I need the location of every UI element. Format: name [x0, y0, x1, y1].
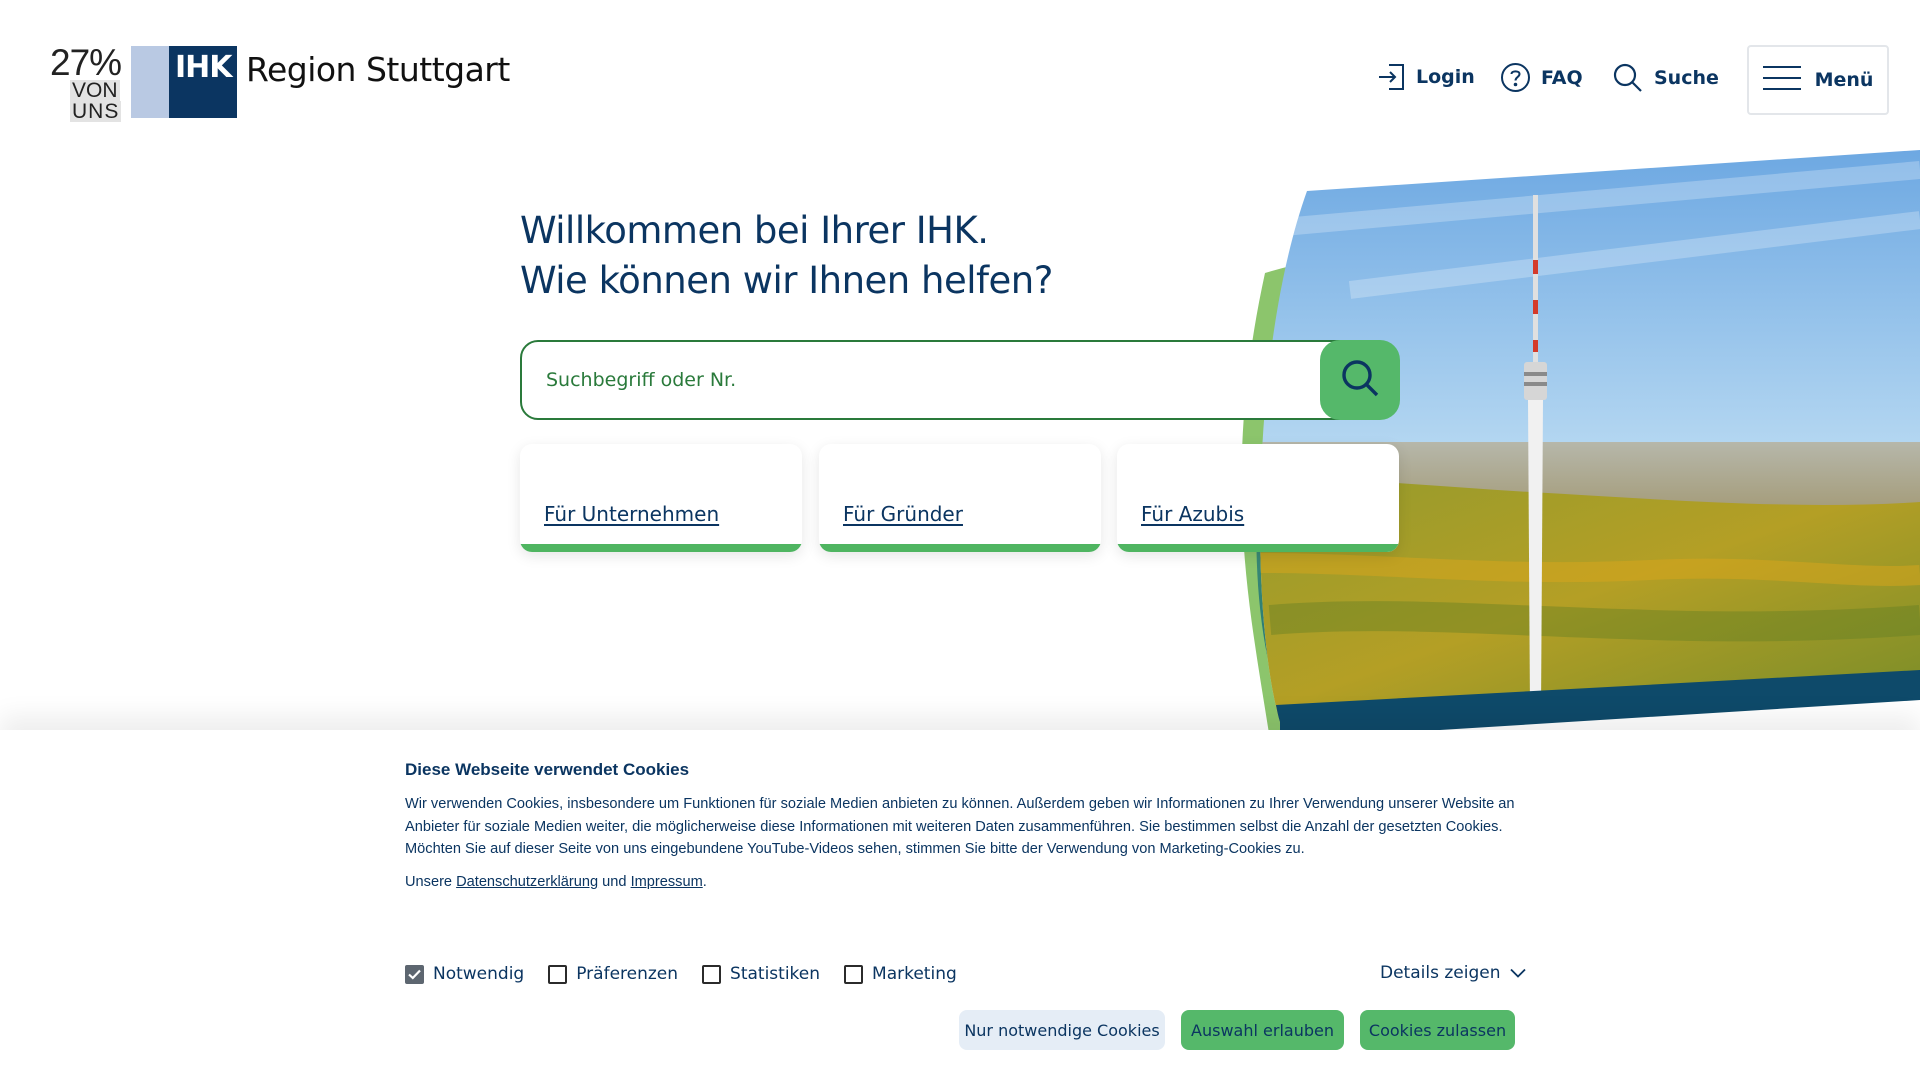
menu-label: Menü: [1814, 69, 1874, 91]
logo-uns: UNS: [70, 100, 122, 123]
search-icon: [1612, 62, 1644, 94]
chevron-down-icon: [1510, 963, 1527, 983]
tile-accent-bar: [819, 544, 1101, 552]
hero-headline: Willkommen bei Ihrer IHK. Wie können wir…: [520, 206, 1053, 306]
details-toggle[interactable]: Details zeigen: [1380, 963, 1527, 983]
faq-label: FAQ: [1541, 66, 1583, 89]
ihk-logo-light-block: [131, 46, 169, 118]
cookie-links: Unsere Datenschutzerklärung und Impressu…: [405, 874, 707, 890]
imprint-link[interactable]: Impressum: [631, 874, 703, 890]
checkbox-label: Notwendig: [433, 964, 525, 984]
checkbox-statistiken[interactable]: Statistiken: [702, 964, 820, 984]
ihk-logo[interactable]: IHK: [131, 46, 237, 118]
checkbox-notwendig[interactable]: Notwendig: [405, 964, 524, 984]
hero-headline-line2: Wie können wir Ihnen helfen?: [520, 259, 1053, 302]
search-link[interactable]: Suche: [1612, 62, 1719, 94]
search-label: Suche: [1654, 67, 1719, 89]
checkbox-unchecked[interactable]: [702, 964, 722, 984]
search-submit-button[interactable]: [1320, 340, 1400, 420]
logo-27-von-uns[interactable]: 27% VON UNS: [50, 42, 125, 123]
cookie-links-suffix: .: [702, 874, 707, 890]
details-label: Details zeigen: [1380, 963, 1501, 983]
cookie-links-prefix: Unsere: [405, 874, 453, 890]
search-icon: [1339, 357, 1381, 403]
tile-azubis[interactable]: Für Azubis: [1117, 444, 1399, 552]
ihk-logo-dark-block: IHK: [169, 46, 237, 118]
privacy-link[interactable]: Datenschutzerklärung: [456, 874, 598, 890]
checkbox-marketing[interactable]: Marketing: [844, 964, 957, 984]
tile-accent-bar: [520, 544, 802, 552]
cookie-banner: Diese Webseite verwendet Cookies Wir ver…: [0, 730, 1920, 1080]
tile-accent-bar: [1117, 544, 1399, 552]
region-name[interactable]: Region Stuttgart: [246, 50, 510, 89]
tile-label: Für Azubis: [1141, 502, 1245, 526]
checkbox-label: Statistiken: [730, 964, 821, 984]
checkbox-unchecked[interactable]: [548, 964, 568, 984]
tile-unternehmen[interactable]: Für Unternehmen: [520, 444, 802, 552]
login-label: Login: [1416, 66, 1475, 88]
allow-all-cookies-button[interactable]: Cookies zulassen: [1360, 1010, 1515, 1050]
allow-selection-button[interactable]: Auswahl erlauben: [1181, 1010, 1344, 1050]
hero-image-stuttgart-tv-tower: [1241, 150, 1920, 730]
search-input[interactable]: [520, 340, 1370, 420]
checkbox-unchecked[interactable]: [844, 964, 864, 984]
necessary-cookies-button[interactable]: Nur notwendige Cookies: [959, 1010, 1165, 1050]
login-link[interactable]: Login: [1376, 62, 1475, 92]
cookie-text: Wir verwenden Cookies, insbesondere um F…: [405, 796, 1515, 857]
cookie-title: Diese Webseite verwendet Cookies: [405, 760, 690, 779]
hamburger-icon: [1762, 65, 1801, 96]
logo-percent: 27%: [50, 42, 122, 83]
cookie-checkboxes: Notwendig Präferenzen Statistiken Market…: [405, 964, 981, 984]
cookie-links-and: und: [602, 874, 627, 890]
faq-link[interactable]: FAQ: [1500, 62, 1583, 93]
login-icon: [1376, 62, 1406, 92]
logo-von: VON: [70, 79, 120, 102]
checkbox-label: Marketing: [872, 964, 957, 984]
menu-button[interactable]: Menü: [1747, 45, 1889, 115]
ihk-logo-text: IHK: [175, 50, 233, 85]
question-circle-icon: [1500, 62, 1531, 93]
tile-label: Für Unternehmen: [544, 502, 720, 526]
hero-search: [520, 340, 1400, 420]
checkbox-praeferenzen[interactable]: Präferenzen: [548, 964, 678, 984]
checkbox-checked[interactable]: [405, 964, 424, 984]
tile-gruender[interactable]: Für Gründer: [819, 444, 1101, 552]
checkbox-label: Präferenzen: [576, 964, 679, 984]
hero-headline-line1: Willkommen bei Ihrer IHK.: [520, 209, 989, 252]
tile-label: Für Gründer: [843, 502, 963, 526]
